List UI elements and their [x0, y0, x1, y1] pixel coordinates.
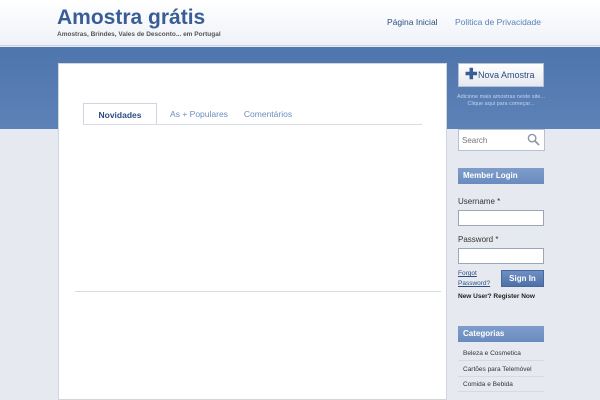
search-input[interactable]: [462, 133, 526, 147]
search-icon[interactable]: [527, 133, 540, 146]
nav-home-link[interactable]: Página Inicial: [387, 17, 438, 27]
sign-in-button[interactable]: Sign In: [501, 270, 544, 287]
forgot-line-2: Password?: [458, 280, 491, 287]
tab-populares[interactable]: As + Populares: [163, 103, 235, 125]
password-label: Password *: [458, 235, 499, 244]
site-title[interactable]: Amostra grátis: [57, 6, 205, 30]
main-content-panel: Novidades As + Populares Comentários: [58, 63, 447, 400]
category-item[interactable]: Cartões para Telemóvel: [463, 366, 532, 373]
nav-privacy-link[interactable]: Politica de Privacidade: [455, 17, 541, 27]
tab-comentarios[interactable]: Comentários: [238, 103, 298, 125]
forgot-password-link[interactable]: Forgot Password?: [458, 269, 490, 289]
username-label: Username *: [458, 197, 501, 206]
plus-icon: ✚: [465, 66, 478, 83]
tab-novidades[interactable]: Novidades: [83, 103, 157, 125]
member-login-heading: Member Login: [458, 168, 544, 184]
category-separator: [458, 360, 544, 361]
categories-heading: Categorias: [458, 326, 544, 342]
password-field[interactable]: [458, 248, 544, 264]
username-field[interactable]: [458, 210, 544, 226]
tab-divider: [83, 124, 422, 125]
new-sample-hint-line-2: Clique aqui para começar...: [467, 101, 535, 107]
new-sample-button[interactable]: ✚ Nova Amostra: [458, 63, 544, 87]
register-link[interactable]: New User? Register Now: [458, 293, 535, 300]
category-item[interactable]: Comida e Bebida: [463, 381, 513, 388]
category-item[interactable]: Beleza e Cosmetica: [463, 350, 521, 357]
category-separator: [458, 391, 544, 392]
category-separator: [458, 376, 544, 377]
site-tagline: Amostras, Brindes, Vales de Desconto... …: [57, 31, 221, 38]
new-sample-hint-line-1: Adicione mais amostras neste site...: [456, 94, 546, 100]
header-bar: Amostra grátis Amostras, Brindes, Vales …: [0, 0, 600, 46]
content-divider: [75, 291, 441, 292]
search-box: [458, 129, 545, 151]
new-sample-label: Nova Amostra: [478, 70, 535, 80]
forgot-line-1: Forgot: [458, 270, 477, 277]
new-sample-hint: Adicione mais amostras neste site... Cli…: [452, 94, 550, 108]
